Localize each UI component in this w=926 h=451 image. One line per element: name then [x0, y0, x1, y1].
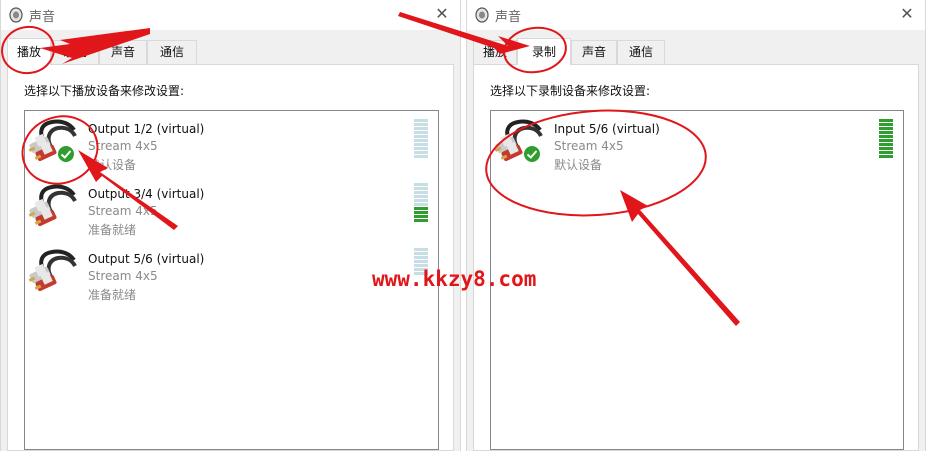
close-icon[interactable]: ✕	[430, 3, 454, 25]
device-list[interactable]: Input 5/6 (virtual) Stream 4x5 默认设备	[490, 110, 904, 450]
tab-panel: 选择以下播放设备来修改设置: Output 1/2 (virtual) Stre…	[7, 64, 454, 451]
tab-panel: 选择以下录制设备来修改设置: Input 5/6 (virtual) Strea…	[473, 64, 919, 451]
device-subtitle: Stream 4x5	[88, 269, 158, 283]
tab-communications[interactable]: 通信	[147, 40, 197, 64]
instruction-text: 选择以下录制设备来修改设置:	[490, 84, 651, 98]
device-status: 默认设备	[554, 158, 603, 172]
device-name: Output 1/2 (virtual)	[88, 122, 205, 136]
watermark-text: www.kkzy8.com	[372, 267, 537, 291]
instruction-text: 选择以下播放设备来修改设置:	[24, 84, 185, 98]
device-subtitle: Stream 4x5	[88, 204, 158, 218]
device-subtitle: Stream 4x5	[554, 139, 624, 153]
title-bar: 声音 ✕	[1, 0, 460, 30]
tab-communications[interactable]: 通信	[617, 40, 665, 64]
device-subtitle: Stream 4x5	[88, 139, 158, 153]
device-name: Output 3/4 (virtual)	[88, 187, 205, 201]
window-title: 声音	[29, 10, 56, 25]
device-name: Input 5/6 (virtual)	[554, 122, 660, 136]
speaker-icon	[9, 7, 23, 23]
default-check-icon	[523, 145, 541, 163]
device-item[interactable]: Input 5/6 (virtual) Stream 4x5 默认设备	[491, 112, 903, 176]
tab-recording[interactable]: 录制	[51, 40, 99, 64]
tab-playback[interactable]: 播放	[473, 40, 517, 64]
level-meter	[414, 119, 428, 159]
level-meter	[414, 183, 428, 223]
sound-dialog-playback: 声音 ✕ 播放 录制 声音 通信 选择以下播放设备来修改设置: Output 1…	[0, 0, 461, 451]
tab-playback[interactable]: 播放	[7, 38, 51, 65]
title-bar: 声音 ✕	[467, 0, 925, 30]
default-check-icon	[57, 145, 75, 163]
device-name: Output 5/6 (virtual)	[88, 252, 205, 266]
device-status: 默认设备	[88, 158, 137, 172]
tab-sounds[interactable]: 声音	[571, 40, 617, 64]
tab-sounds[interactable]: 声音	[99, 40, 147, 64]
window-title: 声音	[495, 10, 522, 25]
device-status: 准备就绪	[88, 288, 137, 302]
rca-cable-icon	[28, 249, 77, 292]
screenshot-root: 声音 ✕ 播放 录制 声音 通信 选择以下播放设备来修改设置: Output 1…	[0, 0, 926, 451]
close-icon[interactable]: ✕	[895, 3, 919, 25]
level-meter	[879, 119, 893, 159]
device-item[interactable]: Output 3/4 (virtual) Stream 4x5 准备就绪	[25, 177, 438, 241]
speaker-icon	[475, 7, 489, 23]
rca-cable-icon	[28, 184, 77, 227]
device-item[interactable]: Output 1/2 (virtual) Stream 4x5 默认设备	[25, 112, 438, 176]
sound-dialog-recording: 声音 ✕ 播放 录制 声音 通信 选择以下录制设备来修改设置: Input 5/…	[466, 0, 926, 451]
tab-recording[interactable]: 录制	[517, 38, 571, 65]
device-status: 准备就绪	[88, 223, 137, 237]
